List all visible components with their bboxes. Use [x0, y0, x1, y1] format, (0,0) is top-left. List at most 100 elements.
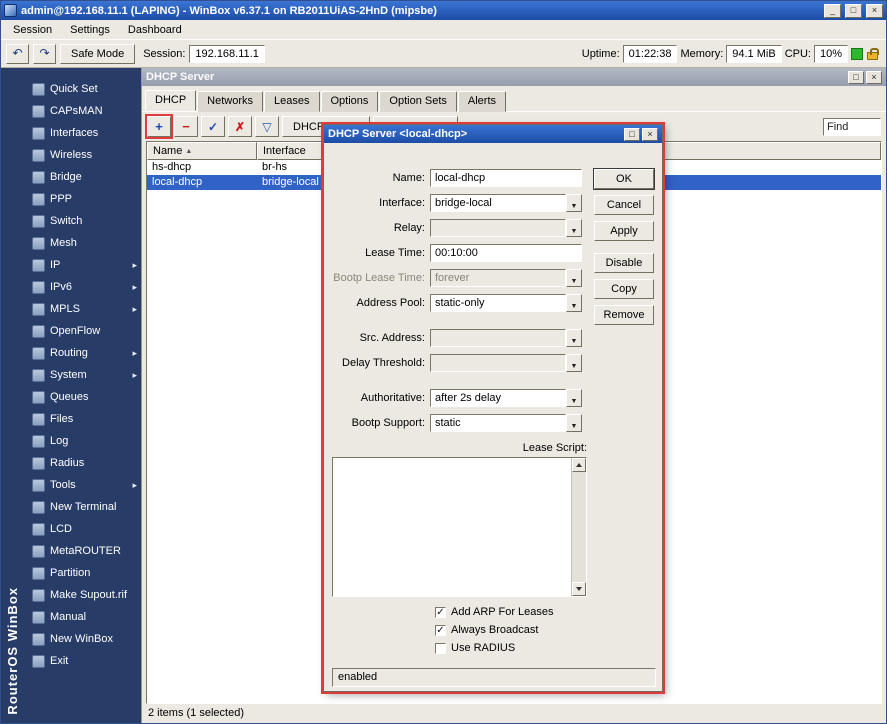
lease-script-scrollbar[interactable]	[571, 458, 586, 596]
copy-button[interactable]: Copy	[594, 279, 654, 299]
tab-dhcp[interactable]: DHCP	[145, 90, 196, 111]
sidebar-item-manual[interactable]: Manual	[27, 606, 141, 628]
main-area: RouterOS WinBox Quick Set CAPsMAN Interf…	[1, 68, 886, 723]
relay-dropdown-button[interactable]: ▼	[566, 219, 582, 237]
disable-button[interactable]: Disable	[594, 253, 654, 273]
close-button[interactable]: ×	[866, 71, 882, 84]
enable-button[interactable]: ✓	[201, 116, 225, 137]
minimize-button[interactable]: _	[824, 4, 841, 18]
scroll-track[interactable]	[572, 472, 586, 582]
src-address-dropdown-button[interactable]: ▼	[566, 329, 582, 347]
sidebar-item-bridge[interactable]: Bridge	[27, 166, 141, 188]
undo-button[interactable]: ↶	[6, 44, 29, 64]
sidebar-item-capsman[interactable]: CAPsMAN	[27, 100, 141, 122]
lease-script-area	[332, 457, 587, 597]
close-button[interactable]: ×	[866, 4, 883, 18]
sidebar-item-openflow[interactable]: OpenFlow	[27, 320, 141, 342]
sidebar-item-ppp[interactable]: PPP	[27, 188, 141, 210]
apply-button[interactable]: Apply	[594, 221, 654, 241]
column-header-name[interactable]: Name▲	[147, 142, 257, 160]
sidebar-item-routing[interactable]: Routing▸	[27, 342, 141, 364]
menu-settings[interactable]: Settings	[61, 21, 119, 39]
add-arp-checkbox-row[interactable]: ✓ Add ARP For Leases	[435, 606, 656, 618]
bootp-lease-time-input[interactable]	[430, 269, 566, 287]
sidebar-item-lcd[interactable]: LCD	[27, 518, 141, 540]
dialog-titlebar[interactable]: DHCP Server <local-dhcp> □ ×	[324, 125, 662, 143]
openflow-icon	[32, 325, 45, 338]
menu-dashboard[interactable]: Dashboard	[119, 21, 191, 39]
sidebar-item-ip[interactable]: IP▸	[27, 254, 141, 276]
sidebar-item-mesh[interactable]: Mesh	[27, 232, 141, 254]
sidebar-item-make-supout[interactable]: Make Supout.rif	[27, 584, 141, 606]
authoritative-input[interactable]	[430, 389, 566, 407]
filter-funnel-icon: ▽	[262, 120, 271, 134]
sidebar-item-quick-set[interactable]: Quick Set	[27, 78, 141, 100]
ok-button[interactable]: OK	[594, 169, 654, 189]
sidebar-item-exit[interactable]: Exit	[27, 650, 141, 672]
use-radius-checkbox[interactable]	[435, 643, 446, 654]
tab-alerts[interactable]: Alerts	[458, 91, 506, 112]
sidebar-item-system[interactable]: System▸	[27, 364, 141, 386]
delay-threshold-dropdown-button[interactable]: ▼	[566, 354, 582, 372]
menu-session[interactable]: Session	[4, 21, 61, 39]
ppp-icon	[32, 193, 45, 206]
sidebar-item-files[interactable]: Files	[27, 408, 141, 430]
relay-input[interactable]	[430, 219, 566, 237]
redo-button[interactable]: ↷	[33, 44, 56, 64]
interface-input[interactable]	[430, 194, 566, 212]
address-pool-input[interactable]	[430, 294, 566, 312]
dhcp-server-titlebar[interactable]: DHCP Server □ ×	[142, 68, 886, 86]
authoritative-dropdown-button[interactable]: ▼	[566, 389, 582, 407]
sidebar-item-mpls[interactable]: MPLS▸	[27, 298, 141, 320]
log-icon	[32, 435, 45, 448]
session-address[interactable]: 192.168.11.1	[189, 45, 264, 63]
sidebar-item-wireless[interactable]: Wireless	[27, 144, 141, 166]
always-broadcast-checkbox-row[interactable]: ✓ Always Broadcast	[435, 624, 656, 636]
disable-item-button[interactable]: ✗	[228, 116, 252, 137]
find-input[interactable]	[823, 118, 881, 136]
sidebar-item-switch[interactable]: Switch	[27, 210, 141, 232]
memory-label: Memory:	[680, 48, 723, 60]
sidebar-item-metarouter[interactable]: MetaROUTER	[27, 540, 141, 562]
restore-button[interactable]: □	[848, 71, 864, 84]
delay-threshold-input[interactable]	[430, 354, 566, 372]
sidebar-item-log[interactable]: Log	[27, 430, 141, 452]
maximize-button[interactable]: □	[624, 128, 640, 141]
lease-script-textarea[interactable]	[333, 458, 571, 596]
lease-time-input[interactable]	[430, 244, 582, 262]
add-button[interactable]: +	[147, 116, 171, 137]
interface-dropdown-button[interactable]: ▼	[566, 194, 582, 212]
sidebar-item-partition[interactable]: Partition	[27, 562, 141, 584]
address-pool-dropdown-button[interactable]: ▼	[566, 294, 582, 312]
use-radius-checkbox-row[interactable]: Use RADIUS	[435, 642, 656, 654]
scroll-up-button[interactable]	[572, 458, 586, 472]
bootp-lease-time-dropdown-button[interactable]: ▼	[566, 269, 582, 287]
tab-networks[interactable]: Networks	[197, 91, 263, 112]
bootp-support-input[interactable]	[430, 414, 566, 432]
sidebar-item-queues[interactable]: Queues	[27, 386, 141, 408]
sidebar-item-interfaces[interactable]: Interfaces	[27, 122, 141, 144]
src-address-input[interactable]	[430, 329, 566, 347]
tab-leases[interactable]: Leases	[264, 91, 319, 112]
close-button[interactable]: ×	[642, 128, 658, 141]
filter-button[interactable]: ▽	[255, 116, 279, 137]
sidebar-item-ipv6[interactable]: IPv6▸	[27, 276, 141, 298]
scroll-down-button[interactable]	[572, 582, 586, 596]
cancel-button[interactable]: Cancel	[594, 195, 654, 215]
tab-option-sets[interactable]: Option Sets	[379, 91, 456, 112]
safe-mode-button[interactable]: Safe Mode	[60, 44, 135, 64]
sidebar-item-tools[interactable]: Tools▸	[27, 474, 141, 496]
scroll-down-icon	[576, 587, 582, 591]
sidebar-item-radius[interactable]: Radius	[27, 452, 141, 474]
tab-options[interactable]: Options	[321, 91, 379, 112]
window-titlebar[interactable]: admin@192.168.11.1 (LAPING) - WinBox v6.…	[1, 1, 886, 20]
remove-item-button[interactable]: −	[174, 116, 198, 137]
maximize-button[interactable]: □	[845, 4, 862, 18]
add-arp-checkbox[interactable]: ✓	[435, 607, 446, 618]
always-broadcast-checkbox[interactable]: ✓	[435, 625, 446, 636]
name-input[interactable]	[430, 169, 582, 187]
remove-button[interactable]: Remove	[594, 305, 654, 325]
sidebar-item-new-terminal[interactable]: New Terminal	[27, 496, 141, 518]
bootp-support-dropdown-button[interactable]: ▼	[566, 414, 582, 432]
sidebar-item-new-winbox[interactable]: New WinBox	[27, 628, 141, 650]
